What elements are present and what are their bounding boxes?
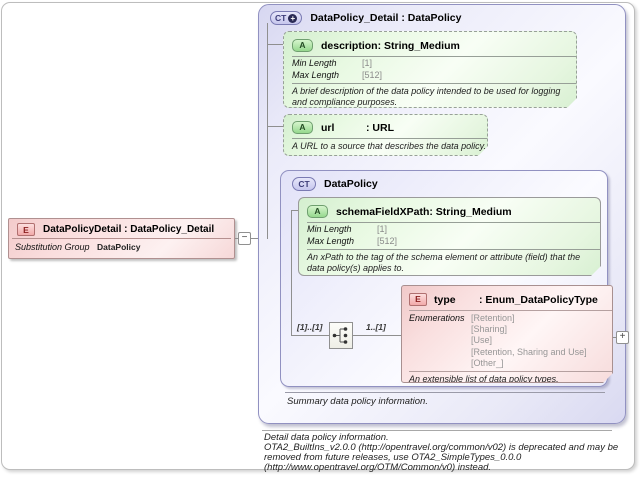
fact-label: Min Length bbox=[307, 224, 352, 234]
fact-row: Min Length [1] bbox=[299, 223, 600, 235]
connector-trunk bbox=[291, 210, 292, 336]
attribute-name: schemaFieldXPath bbox=[336, 206, 430, 218]
substitution-group-label: Substitution Group bbox=[15, 242, 90, 252]
element-type: : Enum_DataPolicyType bbox=[479, 294, 598, 306]
element-box-type[interactable]: E type : Enum_DataPolicyType Enumerations… bbox=[401, 285, 613, 383]
fact-row: Min Length [1] bbox=[284, 57, 576, 69]
attribute-header: A description: String_Medium bbox=[284, 32, 576, 56]
enum-value: [Retention] bbox=[471, 313, 515, 323]
attribute-a-icon: A bbox=[292, 121, 313, 134]
element-title: DataPolicyDetail : DataPolicy_Detail bbox=[43, 224, 215, 235]
divider bbox=[262, 430, 612, 431]
enum-value: [Other_] bbox=[471, 357, 504, 368]
plus-icon: + bbox=[288, 13, 298, 23]
fact-value: [1] bbox=[362, 58, 373, 68]
connector-line bbox=[353, 335, 401, 336]
element-e-icon: E bbox=[409, 293, 427, 306]
substitution-group-row: Substitution Group DataPolicy bbox=[9, 239, 234, 253]
enumerations-row: Enumerations [Retention] [Sharing] [Use]… bbox=[402, 311, 612, 369]
type-doc: An extensible list of data policy types. bbox=[409, 374, 559, 383]
attribute-box-schemafieldxpath[interactable]: A schemaFieldXPath: String_Medium Min Le… bbox=[298, 197, 601, 276]
datapolicy-title: DataPolicy bbox=[324, 178, 378, 190]
fact-value: [512] bbox=[362, 70, 383, 80]
connector-trunk bbox=[267, 23, 268, 239]
attribute-box-url[interactable]: A url : URL A URL to a source that descri… bbox=[283, 114, 488, 156]
schema-diagram: E DataPolicyDetail : DataPolicy_Detail S… bbox=[0, 0, 644, 478]
attribute-a-icon: A bbox=[307, 205, 328, 218]
element-name: type bbox=[434, 294, 456, 306]
fact-row: Max Length [512] bbox=[284, 69, 576, 81]
collapse-toggle-icon[interactable]: − bbox=[238, 232, 251, 245]
expand-toggle-icon[interactable]: + bbox=[616, 331, 629, 344]
connector-stub bbox=[267, 44, 283, 45]
complextype-extension-icon: CT + bbox=[270, 11, 303, 25]
footer-doc: Detail data policy information. OTA2_Bui… bbox=[264, 433, 618, 473]
attribute-type: : String_Medium bbox=[377, 40, 460, 52]
attribute-type: : String_Medium bbox=[429, 206, 512, 218]
fact-label: Max Length bbox=[292, 70, 340, 80]
main-title: DataPolicy_Detail : DataPolicy bbox=[310, 12, 462, 24]
type-header: E type : Enum_DataPolicyType bbox=[402, 286, 612, 310]
fact-value: [1] bbox=[377, 224, 388, 234]
attribute-name: url bbox=[321, 122, 335, 134]
sequence-compositor-icon[interactable] bbox=[329, 322, 353, 349]
element-box-datapolicydetail[interactable]: E DataPolicyDetail : DataPolicy_Detail S… bbox=[8, 218, 235, 259]
cardinality-label-left: [1]..[1] bbox=[297, 322, 323, 332]
attribute-name: description bbox=[321, 40, 378, 52]
main-header: CT + DataPolicy_Detail : DataPolicy bbox=[262, 7, 470, 27]
attribute-type: : URL bbox=[366, 122, 394, 134]
summary-doc: Summary data policy information. bbox=[287, 396, 428, 407]
fact-value: [512] bbox=[377, 236, 398, 246]
connector-stub bbox=[267, 126, 283, 127]
fact-label: Max Length bbox=[307, 236, 355, 246]
fact-row: Max Length [512] bbox=[299, 235, 600, 247]
attribute-box-description[interactable]: A description: String_Medium Min Length … bbox=[283, 31, 577, 108]
ct-label: CT bbox=[275, 13, 287, 23]
connector-line bbox=[291, 335, 329, 336]
divider bbox=[285, 392, 605, 393]
enumerations-label: Enumerations bbox=[409, 313, 465, 323]
datapolicy-header: CT DataPolicy bbox=[284, 173, 386, 193]
footer-doc-line: (http://www.opentravel.org/OTM/Common/v0… bbox=[264, 462, 492, 473]
connector-stub bbox=[291, 210, 298, 211]
enumeration-values: [Retention] [Sharing] [Use] [Retention, … bbox=[471, 313, 587, 369]
element-e-icon: E bbox=[17, 223, 35, 236]
complextype-icon: CT bbox=[292, 177, 316, 191]
substitution-group-value: DataPolicy bbox=[97, 242, 141, 252]
fact-label: Min Length bbox=[292, 58, 337, 68]
cardinality-label-right: 1..[1] bbox=[366, 322, 386, 332]
enum-value: [Retention, Sharing and Use] bbox=[471, 346, 587, 357]
attribute-doc: A brief description of the data policy i… bbox=[292, 86, 561, 107]
attribute-doc: An xPath to the tag of the schema elemen… bbox=[307, 252, 581, 273]
enum-value: [Use] bbox=[471, 335, 493, 346]
enum-value: [Sharing] bbox=[471, 324, 508, 335]
attribute-a-icon: A bbox=[292, 39, 313, 52]
attribute-header: A schemaFieldXPath: String_Medium bbox=[299, 198, 600, 222]
attribute-doc: A URL to a source that describes the dat… bbox=[292, 141, 486, 151]
attribute-header: A url : URL bbox=[284, 115, 487, 138]
element-header: E DataPolicyDetail : DataPolicy_Detail bbox=[9, 219, 234, 238]
